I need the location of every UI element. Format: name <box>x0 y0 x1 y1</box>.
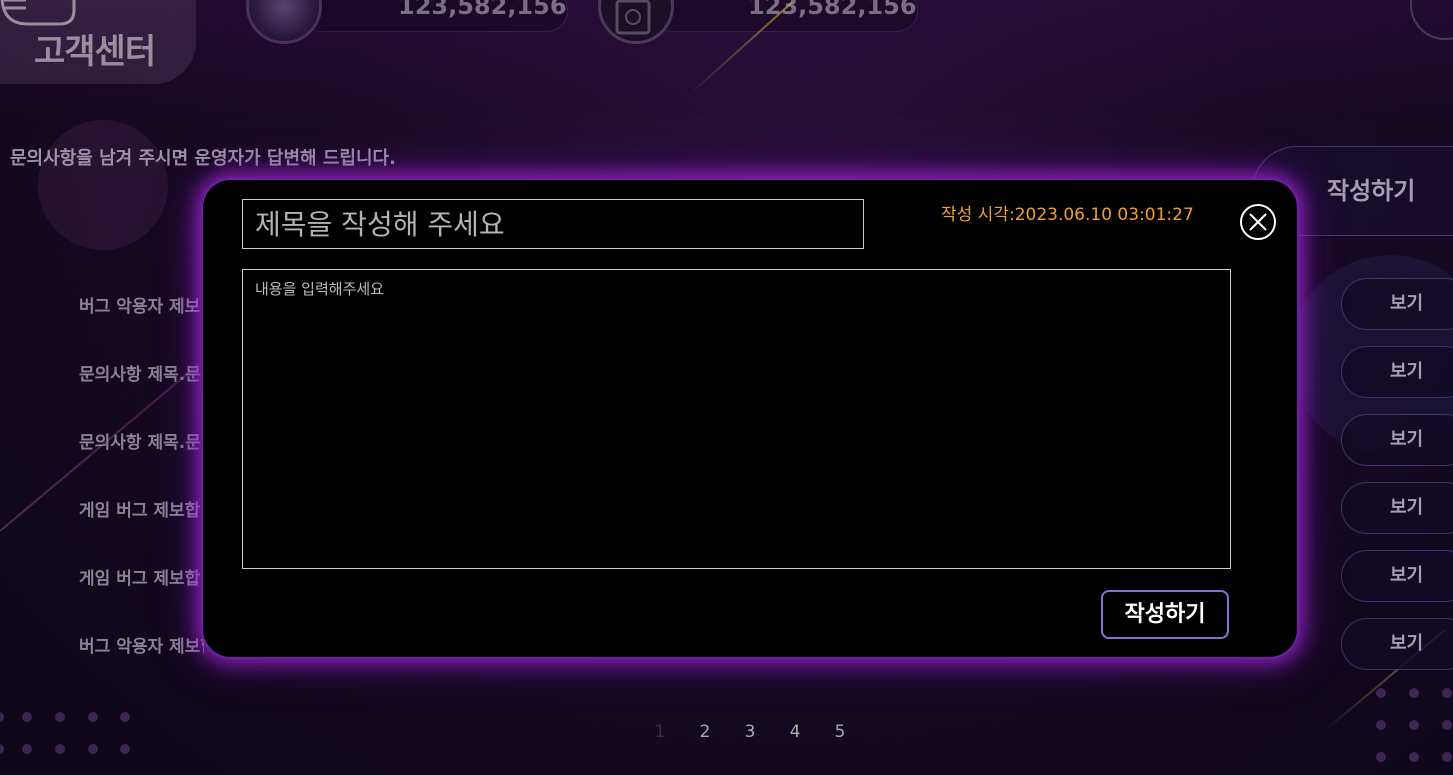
view-button[interactable]: 보기 <box>1341 482 1453 534</box>
page-link-1[interactable]: 1 <box>650 722 670 742</box>
list-item-title[interactable]: 문의사항 제목.문의사항 <box>79 428 204 453</box>
close-icon <box>1249 213 1267 231</box>
content-textarea[interactable] <box>242 269 1231 569</box>
title-input[interactable] <box>242 199 864 249</box>
list-item-title[interactable]: 게임 버그 제보합니다 <box>79 564 204 589</box>
list-item-title[interactable]: 버그 악용자 제보합니다 <box>79 292 204 317</box>
page-title: 고객센터 <box>34 32 156 72</box>
write-inquiry-modal: 작성 시각:2023.06.10 03:01:27 작성하기 <box>201 178 1299 659</box>
customer-center-badge: 고객센터 <box>0 0 196 84</box>
list-item-title[interactable]: 버그 악용자 제보합니다 <box>79 632 204 657</box>
page-link-5[interactable]: 5 <box>830 722 850 742</box>
view-button[interactable]: 보기 <box>1341 618 1453 670</box>
view-button[interactable]: 보기 <box>1341 278 1453 330</box>
list-item-title[interactable]: 게임 버그 제보합니다 <box>79 496 204 521</box>
balance-value: 123,582,156 <box>398 0 567 20</box>
page-link-2[interactable]: 2 <box>695 722 715 742</box>
page-link-3[interactable]: 3 <box>740 722 760 742</box>
list-item-title[interactable]: 문의사항 제목.문의사항 <box>79 360 204 385</box>
written-time: 작성 시각:2023.06.10 03:01:27 <box>941 205 1194 225</box>
decorative-circle <box>38 120 168 250</box>
view-button[interactable]: 보기 <box>1341 346 1453 398</box>
view-button[interactable]: 보기 <box>1341 550 1453 602</box>
submit-button[interactable]: 작성하기 <box>1101 590 1229 639</box>
close-button[interactable] <box>1240 204 1276 240</box>
safe-icon <box>598 0 674 44</box>
view-button[interactable]: 보기 <box>1341 414 1453 466</box>
page-link-4[interactable]: 4 <box>785 722 805 742</box>
notice-text: 문의사항을 남겨 주시면 운영자가 답변해 드립니다. <box>10 148 396 169</box>
